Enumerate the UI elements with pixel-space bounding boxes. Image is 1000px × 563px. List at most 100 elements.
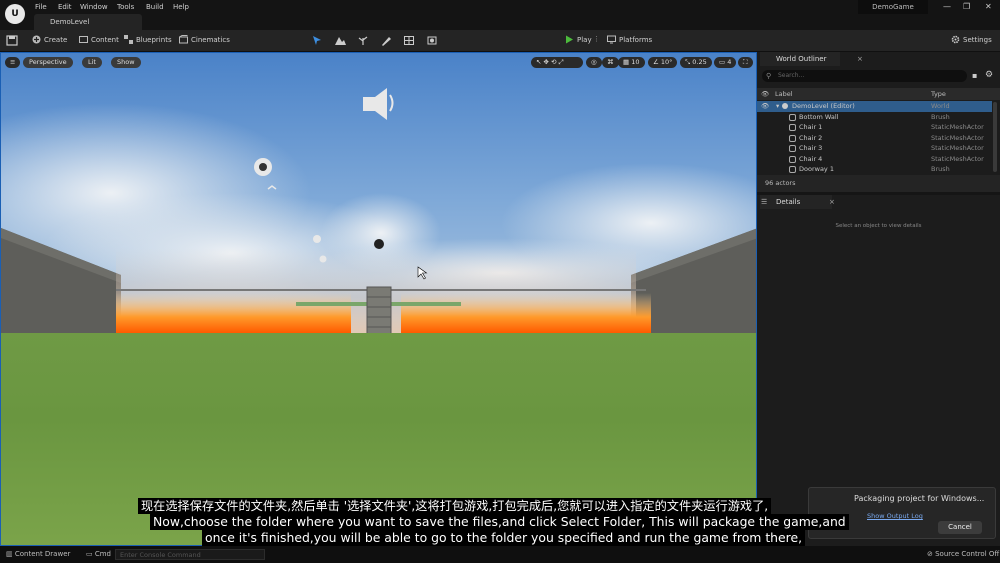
brush-icon [789, 113, 796, 121]
main-toolbar: Create Content Blueprints Cinematics Pla… [0, 30, 1000, 52]
grid-snap-value: 10 [631, 58, 640, 66]
blueprints-button[interactable]: Blueprints [124, 35, 172, 44]
rotation-snap-button[interactable]: ∠ 10° [648, 57, 678, 68]
subtitle-chinese: 现在选择保存文件的文件夹,然后单击 '选择文件夹',这将打包游戏,打包完成后,您… [138, 498, 772, 514]
expand-arrow-icon[interactable]: ▾ [776, 101, 779, 112]
outliner-row[interactable]: Chair 4 StaticMeshActor [757, 154, 992, 165]
create-icon [32, 35, 41, 44]
menu-window[interactable]: Window [80, 3, 108, 11]
camera-speed-button[interactable]: ▭ 4 [714, 57, 737, 68]
outliner-row[interactable]: Chair 3 StaticMeshActor [757, 143, 992, 154]
tab-details[interactable]: Details [760, 195, 832, 209]
perspective-button[interactable]: Perspective [23, 57, 73, 68]
content-drawer-button[interactable]: ▥ Content Drawer [6, 550, 70, 558]
menu-tools[interactable]: Tools [117, 3, 134, 11]
menu-bar: U File Edit Window Tools Build Help Demo… [0, 0, 1000, 30]
status-bar: ▥ Content Drawer ▭ Cmd Enter Console Com… [0, 546, 1000, 563]
select-mode-icon[interactable] [311, 35, 323, 46]
content-icon [79, 36, 88, 43]
notification-title: Packaging project for Windows... [854, 494, 985, 503]
source-control-label: Source Control Off [935, 550, 1000, 558]
outliner-row[interactable]: Chair 1 StaticMeshActor [757, 122, 992, 133]
output-log-link[interactable]: Show Output Log [867, 512, 923, 520]
fracture-icon[interactable] [403, 35, 415, 46]
root-label: DemoLevel (Editor) [792, 102, 855, 110]
blueprints-label: Blueprints [136, 36, 172, 44]
outliner-scrollbar[interactable] [993, 102, 997, 172]
tab-world-outliner[interactable]: World Outliner [760, 52, 840, 66]
static-mesh-icon [789, 145, 796, 152]
maximize-viewport-icon[interactable]: ⛶ [738, 57, 753, 68]
menu-edit[interactable]: Edit [58, 3, 72, 11]
content-button[interactable]: Content [79, 35, 119, 44]
column-type-header[interactable]: Type [931, 88, 946, 100]
world-local-icon[interactable]: ◎ [586, 57, 602, 68]
menu-build[interactable]: Build [146, 3, 164, 11]
world-outliner-tab-label: World Outliner [776, 55, 827, 63]
show-button[interactable]: Show [111, 57, 141, 68]
cmd-label: Cmd [94, 550, 111, 558]
scale-snap-button[interactable]: ⤡ 0.25 [680, 57, 712, 68]
minimize-button[interactable]: — [943, 2, 951, 11]
column-label-header[interactable]: Label [775, 88, 793, 100]
cinematics-button[interactable]: Cinematics [179, 35, 230, 44]
console-input[interactable]: Enter Console Command [115, 549, 265, 560]
outliner-row[interactable]: Doorway 1 Brush [757, 164, 992, 175]
row-type: Brush [931, 112, 950, 121]
outliner-row[interactable]: Bottom Wall Brush [757, 112, 992, 123]
camera-speed-value: 4 [727, 58, 732, 66]
row-label: Bottom Wall [799, 112, 839, 121]
save-icon[interactable] [6, 35, 18, 46]
close-details-icon[interactable]: × [829, 198, 835, 206]
grid-snap-button[interactable]: ▦ 10 [618, 57, 645, 68]
play-button[interactable]: Play [565, 35, 592, 44]
lit-button[interactable]: Lit [82, 57, 102, 68]
close-button[interactable]: ✕ [985, 2, 992, 11]
mesh-paint-icon[interactable] [380, 35, 392, 46]
search-placeholder: Search... [778, 72, 805, 79]
source-control-button[interactable]: ⊘ Source Control Off [927, 550, 999, 558]
root-type: World [931, 102, 950, 110]
visibility-eye-icon[interactable]: 👁 [761, 101, 769, 112]
platforms-icon [607, 35, 616, 44]
create-label: Create [44, 36, 68, 44]
add-folder-icon[interactable]: ▪ [972, 71, 977, 80]
maximize-button[interactable]: ❐ [963, 2, 970, 11]
settings-button[interactable]: Settings [951, 35, 992, 44]
world-outliner-panel: World Outliner × Search... ⚲ ▪ ⚙ 👁 Label… [757, 52, 1000, 192]
outliner-row[interactable]: Chair 2 StaticMeshActor [757, 133, 992, 144]
row-label: Chair 2 [799, 133, 823, 142]
cinematics-label: Cinematics [191, 36, 230, 44]
outliner-settings-icon[interactable]: ⚙ [985, 70, 993, 80]
cmd-button[interactable]: ▭ Cmd [86, 550, 111, 558]
brush-icon [789, 166, 796, 173]
play-options-icon[interactable]: ⋮ [593, 35, 600, 43]
details-tab-label: Details [776, 198, 801, 206]
platforms-label: Platforms [619, 36, 653, 44]
packaging-notification: Packaging project for Windows... Show Ou… [808, 487, 996, 539]
viewport-menu-icon[interactable]: ≡ [5, 57, 21, 68]
unreal-logo-icon[interactable]: U [5, 4, 25, 24]
menu-file[interactable]: File [35, 3, 47, 11]
content-drawer-label: Content Drawer [14, 550, 71, 558]
surface-snap-icon[interactable]: ⌘ [602, 57, 619, 68]
level-tab[interactable]: DemoLevel [34, 14, 142, 30]
world-icon [782, 103, 788, 109]
cancel-button[interactable]: Cancel [938, 521, 982, 534]
row-type: StaticMeshActor [931, 154, 984, 163]
create-button[interactable]: Create [32, 35, 67, 44]
brush-editing-icon[interactable] [426, 35, 438, 46]
close-outliner-icon[interactable]: × [857, 55, 863, 63]
outliner-search-input[interactable]: Search... [762, 70, 967, 82]
play-label: Play [577, 36, 592, 44]
transform-tools[interactable]: ↖ ✥ ⟲ ⤢ [531, 57, 583, 68]
platforms-button[interactable]: Platforms [607, 35, 652, 44]
landscape-icon[interactable] [334, 35, 346, 46]
level-viewport[interactable]: ≡ Perspective Lit Show ↖ ✥ ⟲ ⤢ ◎ ⌘ ▦ 10 … [0, 52, 757, 546]
row-label: Chair 1 [799, 123, 823, 131]
search-icon: ⚲ [766, 72, 772, 80]
foliage-icon[interactable] [357, 35, 369, 46]
static-mesh-icon [789, 124, 796, 131]
outliner-row-root[interactable]: 👁 ▾ DemoLevel (Editor) World [757, 101, 992, 112]
menu-help[interactable]: Help [173, 3, 189, 11]
